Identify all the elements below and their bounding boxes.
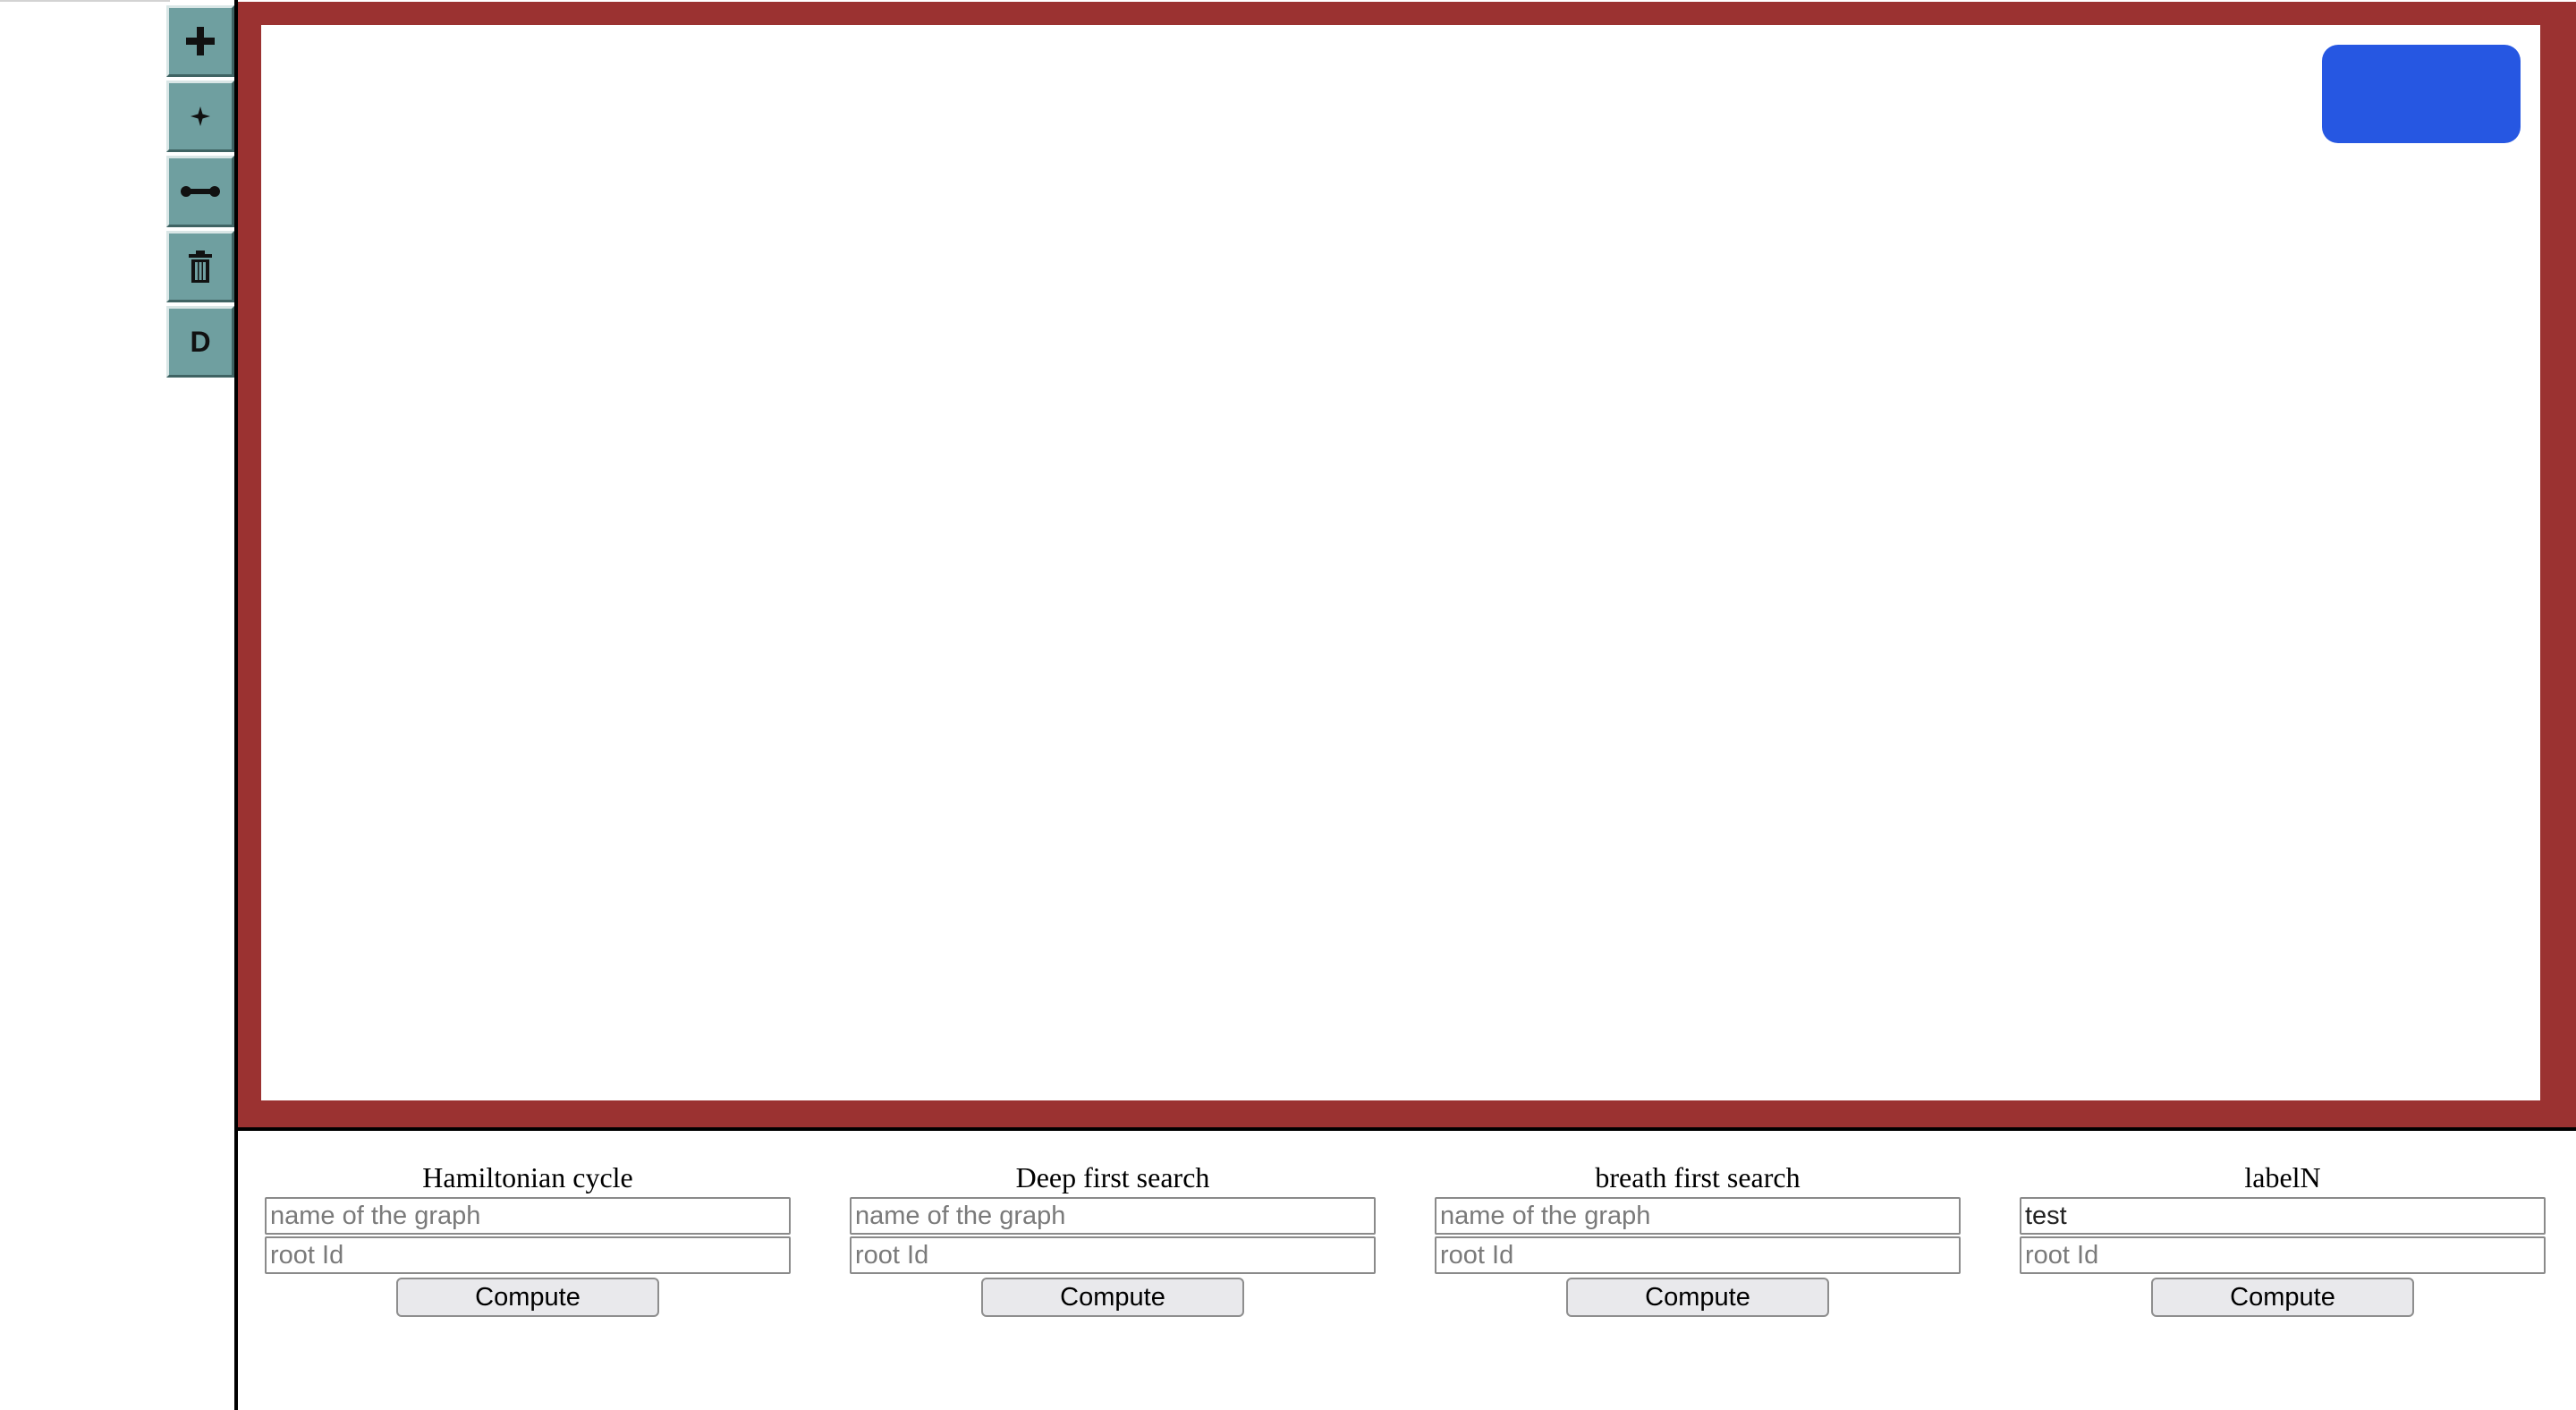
blue-action-button[interactable] — [2322, 45, 2521, 143]
panel-title: Deep first search — [1015, 1161, 1210, 1193]
top-rule — [0, 0, 170, 2]
plus-icon — [186, 27, 215, 55]
root-id-input[interactable] — [1435, 1236, 1961, 1274]
node-tool-button[interactable] — [166, 81, 234, 152]
graph-name-input[interactable] — [850, 1197, 1376, 1235]
compute-button[interactable]: Compute — [396, 1278, 659, 1317]
compute-button[interactable]: Compute — [2151, 1278, 2414, 1317]
node-star-icon — [191, 106, 210, 126]
root-id-input[interactable] — [2020, 1236, 2546, 1274]
graph-name-input[interactable] — [2020, 1197, 2546, 1235]
d-button[interactable]: D — [166, 306, 234, 378]
add-node-button[interactable] — [166, 5, 234, 77]
tool-bar: D — [166, 5, 236, 381]
panel-title: Hamiltonian cycle — [422, 1161, 633, 1193]
panel-title: breath first search — [1595, 1161, 1801, 1193]
panel-hamiltonian-cycle: Hamiltonian cycle Compute — [263, 1158, 792, 1317]
letter-d-icon: D — [190, 325, 211, 358]
graph-canvas-frame — [238, 2, 2576, 1131]
root-id-input[interactable] — [265, 1236, 791, 1274]
panel-breath-first-search: breath first search Compute — [1433, 1158, 1962, 1317]
trash-icon — [189, 251, 212, 283]
compute-button[interactable]: Compute — [981, 1278, 1244, 1317]
panel-deep-first-search: Deep first search Compute — [848, 1158, 1377, 1317]
graph-name-input[interactable] — [265, 1197, 791, 1235]
add-edge-button[interactable] — [166, 156, 234, 227]
root-id-input[interactable] — [850, 1236, 1376, 1274]
edge-icon — [181, 186, 220, 197]
graph-name-input[interactable] — [1435, 1197, 1961, 1235]
graph-canvas[interactable] — [261, 25, 2540, 1100]
compute-button[interactable]: Compute — [1566, 1278, 1829, 1317]
panel-labeln: labelN Compute — [2018, 1158, 2547, 1317]
panel-title: labelN — [2244, 1161, 2321, 1193]
delete-button[interactable] — [166, 231, 234, 302]
